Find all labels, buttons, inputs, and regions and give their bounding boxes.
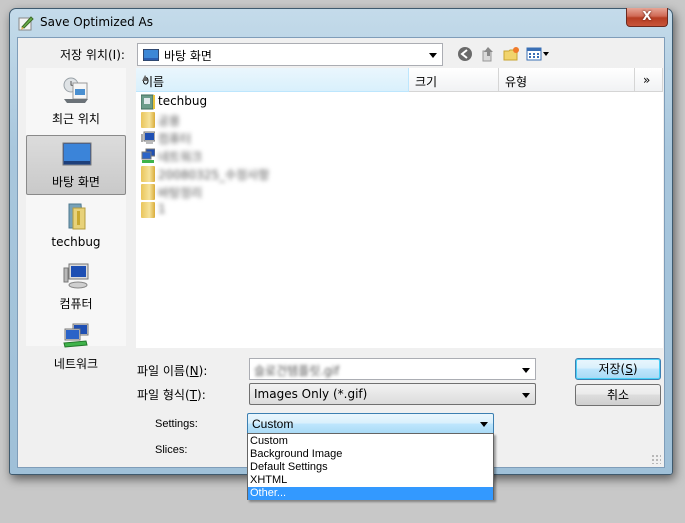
column-header-type[interactable]: 유형 (499, 68, 635, 92)
close-icon: X (642, 9, 652, 23)
file-name-input[interactable]: 슬로건템플릿.gif (249, 358, 536, 380)
place-desktop[interactable]: 바탕 화면 (26, 135, 126, 195)
chevron-down-icon (522, 393, 530, 398)
folder-icon (141, 202, 155, 218)
place-label: techbug (51, 235, 101, 249)
place-network[interactable]: 네트워크 (26, 318, 126, 376)
user-folder-icon (141, 94, 155, 110)
desktop-icon (143, 49, 159, 61)
save-in-combo[interactable]: 바탕 화면 (137, 43, 443, 66)
file-list[interactable]: 이름 ▲ 크기 유형 » techbug 공용 컴퓨터 네트워크 2008032… (136, 68, 663, 348)
places-bar: 최근 위치 바탕 화면 techbug 컴퓨터 네트워크 (26, 68, 126, 371)
column-header-label: 유형 (505, 75, 528, 89)
file-name: techbug (158, 94, 208, 108)
label-text: ): (197, 388, 206, 402)
file-name-value: 슬로건템플릿.gif (254, 364, 340, 378)
view-menu-icon (526, 47, 542, 61)
button-label: ) (632, 362, 638, 376)
place-label: 바탕 화면 (52, 175, 100, 189)
file-type-value: Images Only (*.gif) (254, 387, 368, 401)
place-recent[interactable]: 최근 위치 (26, 73, 126, 131)
app-icon (18, 16, 34, 31)
cancel-button[interactable]: 취소 (575, 384, 661, 406)
file-name-label: 파일 이름(N): (137, 362, 207, 379)
save-in-value: 바탕 화면 (164, 49, 212, 63)
file-type-select[interactable]: Images Only (*.gif) (249, 383, 536, 405)
view-menu-button[interactable] (526, 46, 550, 62)
column-header-name[interactable]: 이름 ▲ (136, 68, 409, 92)
save-in-label: 저장 위치(I): (60, 48, 125, 62)
column-header-size[interactable]: 크기 (409, 68, 499, 92)
settings-select[interactable]: Custom (247, 413, 494, 435)
label-text: 파일 형식( (137, 388, 190, 402)
network-icon (63, 323, 89, 348)
access-key: N (189, 364, 199, 378)
file-name: 1 (158, 202, 166, 216)
folder-icon (141, 184, 155, 200)
settings-dropdown-list[interactable]: Custom Background Image Default Settings… (247, 433, 494, 500)
computer-icon (63, 263, 89, 289)
sort-ascending-icon: ▲ (142, 73, 149, 82)
chevron-down-icon (480, 422, 488, 427)
button-label: 저장( (598, 362, 626, 376)
new-folder-icon[interactable] (503, 46, 519, 62)
place-label: 컴퓨터 (59, 297, 93, 311)
file-name: 20080325_수정사항 (158, 168, 270, 182)
settings-value: Custom (252, 417, 294, 431)
access-key: T (189, 388, 198, 402)
resize-grip[interactable] (651, 454, 661, 464)
up-folder-icon[interactable] (480, 46, 496, 62)
place-computer[interactable]: 컴퓨터 (26, 258, 126, 316)
place-techbug[interactable]: techbug (26, 198, 126, 256)
chevron-down-icon (543, 52, 549, 56)
file-name: 컴퓨터 (158, 132, 192, 146)
label-text: 파일 이름( (137, 364, 190, 378)
file-type-label: 파일 형식(T): (137, 386, 206, 403)
title-bar[interactable]: Save Optimized As X (10, 8, 672, 37)
dropdown-option-xhtml[interactable]: XHTML (248, 474, 493, 487)
place-label: 최근 위치 (52, 112, 100, 126)
dropdown-option-background-image[interactable]: Background Image (248, 448, 493, 461)
dropdown-option-custom[interactable]: Custom (248, 435, 493, 448)
access-key: S (625, 362, 633, 376)
window-title: Save Optimized As (40, 15, 153, 29)
back-icon[interactable] (457, 46, 473, 62)
column-header-label: 크기 (415, 75, 438, 89)
network-icon (141, 148, 155, 163)
slices-label: Slices: (155, 444, 188, 456)
save-optimized-dialog: Save Optimized As X 저장 위치(I): 바탕 화면 최근 위… (9, 8, 673, 475)
file-name: 바탕정리 (158, 186, 203, 200)
computer-icon (141, 131, 155, 144)
chevron-down-icon (522, 368, 530, 373)
file-name: 네트워크 (158, 150, 203, 164)
save-button[interactable]: 저장(S) (575, 358, 661, 380)
dropdown-option-other[interactable]: Other... (248, 487, 493, 500)
folder-icon (141, 112, 155, 128)
more-columns-icon: » (643, 73, 651, 87)
chevron-down-icon (429, 53, 437, 58)
folder-icon (141, 166, 155, 182)
dropdown-option-default-settings[interactable]: Default Settings (248, 461, 493, 474)
settings-label: Settings: (155, 418, 198, 430)
user-folder-icon (68, 203, 86, 230)
more-columns-button[interactable]: » (635, 68, 663, 92)
recent-places-icon (63, 77, 88, 103)
dialog-client-area: 저장 위치(I): 바탕 화면 최근 위치 바탕 화면 techbug 컴퓨터 … (17, 37, 665, 468)
label-text: ): (198, 364, 208, 378)
close-button[interactable]: X (626, 8, 668, 27)
file-name: 공용 (158, 114, 181, 128)
place-label: 네트워크 (53, 357, 99, 371)
desktop-icon (62, 142, 92, 166)
